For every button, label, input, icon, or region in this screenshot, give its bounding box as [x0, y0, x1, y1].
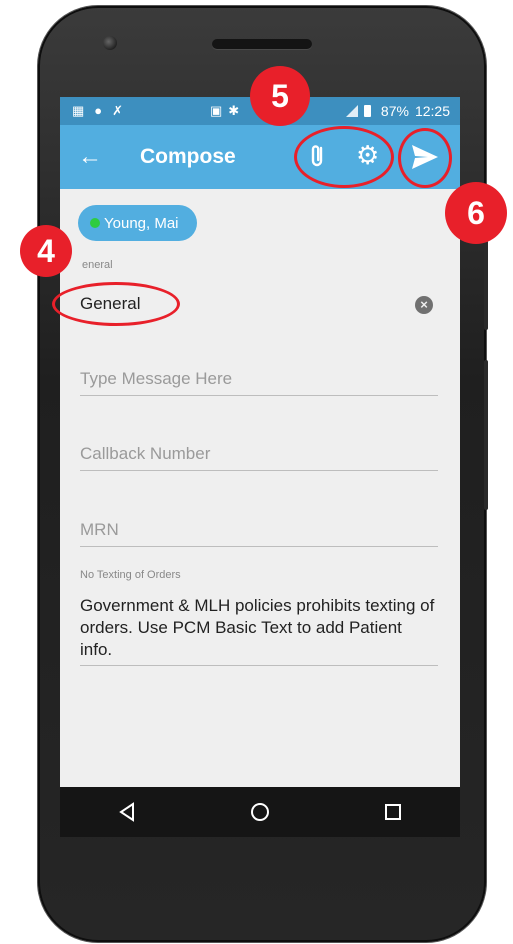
- callback-number-input[interactable]: Callback Number: [80, 444, 438, 471]
- signal-icon: [345, 105, 358, 117]
- connectivity-icons: ▣ ✱: [210, 103, 239, 119]
- subject-highlight-ring: [52, 282, 180, 326]
- presence-dot: [90, 218, 100, 228]
- subject-label: eneral: [82, 259, 113, 271]
- callout-5: 5: [250, 66, 310, 126]
- battery-icon: [363, 105, 371, 117]
- cast-icon: ▣: [210, 103, 223, 118]
- notice-text: Government & MLH policies prohibits text…: [80, 595, 438, 666]
- message-input[interactable]: Type Message Here: [80, 369, 438, 396]
- phone-screen: ▦ ● ✗ ▣ ✱ 87% 12:25 ← Compose ⚙ Young, M…: [60, 97, 460, 837]
- callout-4: 4: [20, 225, 72, 277]
- send-highlight-ring: [398, 128, 452, 188]
- nav-home-icon[interactable]: [245, 797, 275, 827]
- notification-icons: ▦ ● ✗: [72, 103, 123, 119]
- clear-icon[interactable]: ×: [415, 296, 433, 314]
- clock: 12:25: [414, 103, 450, 119]
- nav-back-icon[interactable]: [112, 797, 142, 827]
- system-status: 87% 12:25: [345, 103, 450, 119]
- notice-label: No Texting of Orders: [80, 569, 181, 581]
- volume-button: [484, 240, 488, 330]
- android-nav-bar: [60, 787, 460, 837]
- bluetooth-icon: ✱: [228, 103, 240, 118]
- nav-recents-icon[interactable]: [378, 797, 408, 827]
- missed-call-icon: ✗: [112, 103, 124, 118]
- mrn-input[interactable]: MRN: [80, 520, 438, 547]
- callout-6: 6: [445, 182, 507, 244]
- recipient-name: Young, Mai: [104, 214, 179, 232]
- toolbar-icons-highlight-ring: [294, 126, 394, 188]
- recipient-chip[interactable]: Young, Mai: [78, 205, 197, 241]
- page-title: Compose: [140, 145, 236, 168]
- data-saver-icon: ▦: [72, 103, 85, 118]
- front-camera: [103, 36, 117, 50]
- power-button: [484, 360, 488, 510]
- back-arrow-icon[interactable]: ←: [78, 143, 102, 171]
- battery-percent: 87%: [380, 103, 409, 119]
- android-icon: ●: [94, 103, 103, 118]
- earpiece-speaker: [212, 39, 312, 49]
